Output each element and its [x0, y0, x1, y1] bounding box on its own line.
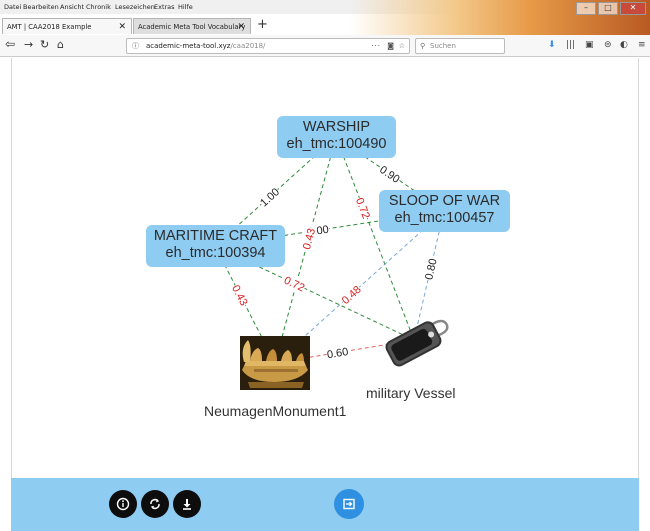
info-button[interactable]: [109, 490, 137, 518]
node-title: SLOOP OF WAR: [388, 193, 501, 209]
node-title: WARSHIP: [302, 119, 371, 135]
edge-weight-label: 0.48: [340, 284, 364, 307]
node-warship[interactable]: WARSHIP eh_tmc:100490: [277, 116, 396, 158]
node-neumagen-monument-label: NeumagenMonument1: [204, 403, 347, 419]
roman-ship-relief-icon: [240, 336, 310, 390]
refresh-icon: [150, 498, 160, 510]
exit-fullscreen-button[interactable]: [334, 489, 364, 519]
node-id: eh_tmc:100457: [394, 210, 495, 226]
node-maritime-craft[interactable]: MARITIME CRAFT eh_tmc:100394: [146, 225, 285, 267]
info-icon: [116, 497, 130, 511]
refresh-button[interactable]: [141, 490, 169, 518]
edge-weight-label: 0.43: [301, 227, 318, 251]
node-title: MARITIME CRAFT: [153, 228, 278, 244]
download-button[interactable]: [173, 490, 201, 518]
node-id: eh_tmc:100490: [286, 136, 387, 152]
exit-icon: [343, 498, 355, 510]
edge-warship-vessel: [335, 136, 415, 341]
bottom-toolbar: [11, 478, 639, 531]
edge-weight-label: 0.60: [326, 346, 349, 361]
download-icon: [183, 499, 191, 510]
node-id: eh_tmc:100394: [165, 245, 266, 261]
tag-icon[interactable]: [381, 313, 451, 369]
edge-weight-label: 1.00: [258, 186, 282, 209]
edge-weight-label: 0.72: [353, 196, 372, 220]
node-sloop-of-war[interactable]: SLOOP OF WAR eh_tmc:100457: [379, 190, 510, 232]
edge-weight-label: 0.80: [423, 257, 440, 281]
node-military-vessel-label: military Vessel: [366, 385, 456, 401]
graph-edges: 1.000.900.000.430.720.800.480.43 0.720.60: [214, 136, 445, 364]
node-neumagen-monument-image[interactable]: [240, 336, 310, 390]
edge-weight-label: 0.90: [377, 164, 401, 186]
